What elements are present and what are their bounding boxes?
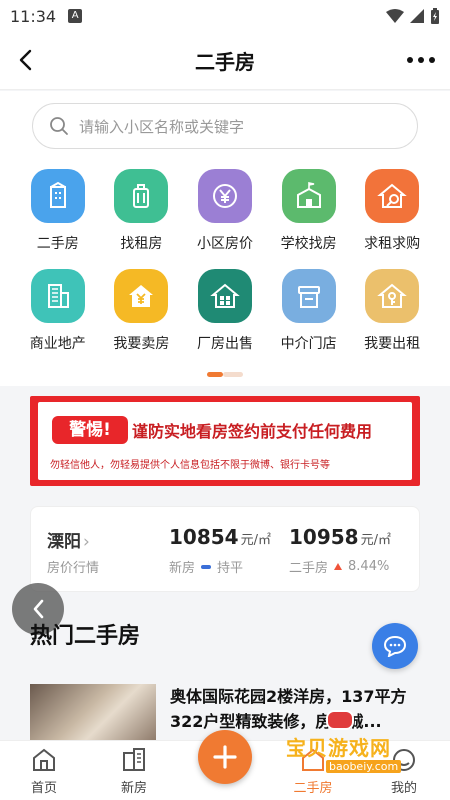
category-label: 中介门店 — [280, 336, 337, 352]
page-dot — [223, 372, 243, 377]
used-price-unit: 元/㎡ — [360, 533, 391, 548]
building-icon — [30, 169, 85, 223]
category-label: 厂房出售 — [196, 336, 253, 352]
page-indicator — [207, 372, 243, 377]
school-icon — [281, 169, 336, 223]
search-icon — [50, 117, 68, 135]
watermark-text: 宝贝游戏网 — [286, 736, 391, 760]
warning-badge: 警惕! — [52, 416, 128, 444]
category-label: 学校找房 — [280, 236, 337, 252]
city-subtitle: 房价行情 — [47, 561, 100, 576]
category-wanted[interactable]: 求租求购 — [350, 169, 434, 253]
signal-icon — [410, 9, 424, 23]
chevron-right-icon: › — [83, 532, 90, 552]
category-school[interactable]: 学校找房 — [267, 169, 351, 253]
top-nav-bar: 二手房 — [0, 32, 450, 90]
category-sell[interactable]: 我要卖房 — [100, 269, 184, 353]
category-factory[interactable]: 厂房出售 — [183, 269, 267, 353]
warning-subtext: 勿轻信他人，勿轻易提供个人信息包括不限于微博、银行卡号等 — [50, 460, 330, 471]
gamepad-icon — [326, 710, 354, 730]
category-agency[interactable]: 中介门店 — [267, 269, 351, 353]
house-key-icon — [365, 269, 420, 323]
more-button[interactable] — [406, 48, 436, 72]
page-dot-active — [207, 372, 223, 377]
shop-icon — [281, 269, 336, 323]
category-community-price[interactable]: 小区房价 — [183, 169, 267, 253]
luggage-icon — [114, 169, 169, 223]
house-yen-icon — [114, 269, 169, 323]
tab-home[interactable]: 首页 — [14, 747, 74, 796]
category-panel: 请输入小区名称或关键字 二手房 找租房 小区房价 学校找房 求租求购 商业地产 … — [0, 91, 450, 386]
office-tower-icon — [30, 269, 85, 323]
used-price-trend: 8.44% — [348, 559, 390, 574]
wifi-icon — [386, 9, 404, 23]
chevron-left-icon — [33, 599, 44, 619]
category-label: 我要出租 — [364, 336, 421, 352]
more-dots-icon — [407, 57, 435, 63]
category-label: 找租房 — [120, 236, 163, 252]
home-icon — [33, 748, 55, 771]
flat-trend-icon — [201, 564, 212, 569]
category-lease-out[interactable]: 我要出租 — [350, 269, 434, 353]
city-name: 溧阳 — [47, 532, 81, 552]
city-selector[interactable]: 溧阳 › — [47, 527, 90, 552]
add-listing-button[interactable] — [198, 730, 252, 784]
warning-headline: 谨防实地看房签约前支付任何费用 — [132, 422, 373, 441]
new-price-unit: 元/㎡ — [240, 533, 271, 548]
category-label: 商业地产 — [29, 336, 86, 352]
notification-icon: A — [68, 9, 83, 23]
tab-label: 新房 — [120, 781, 147, 796]
category-row-2: 商业地产 我要卖房 厂房出售 中介门店 我要出租 — [16, 269, 434, 353]
status-time: 11:34 — [10, 6, 57, 26]
watermark-logo: 宝贝游戏网 baobeiy.com — [286, 710, 426, 780]
trend-up-icon — [334, 563, 343, 570]
back-button[interactable] — [10, 45, 40, 75]
listing-thumbnail — [30, 684, 156, 744]
new-house-icon — [123, 748, 145, 771]
used-price-label: 二手房 — [289, 561, 329, 576]
section-title: 热门二手房 — [30, 624, 141, 649]
watermark-url: baobeiy.com — [326, 760, 402, 773]
tab-new-house[interactable]: 新房 — [104, 747, 164, 796]
category-label: 我要卖房 — [113, 336, 170, 352]
warning-banner[interactable]: 警惕! 谨防实地看房签约前支付任何费用 勿轻信他人，勿轻易提供个人信息包括不限于… — [30, 396, 420, 486]
category-rent[interactable]: 找租房 — [100, 169, 184, 253]
house-search-icon — [365, 169, 420, 223]
page-title: 二手房 — [195, 50, 255, 74]
category-label: 二手房 — [36, 236, 79, 252]
category-label: 小区房价 — [196, 236, 253, 252]
used-house-price: 10958 元/㎡ 二手房 8.44% — [289, 525, 391, 576]
yen-coin-icon — [197, 169, 252, 223]
search-input[interactable]: 请输入小区名称或关键字 — [32, 103, 418, 149]
category-label: 求租求购 — [364, 236, 421, 252]
plus-icon — [213, 745, 237, 769]
new-price-value: 10854 — [169, 525, 239, 549]
price-trend-card[interactable]: 溧阳 › 房价行情 10854 元/㎡ 新房 持平 10958 元/㎡ 二手房 8.44% — [30, 506, 420, 592]
new-price-trend: 持平 — [217, 561, 244, 576]
used-price-value: 10958 — [289, 525, 359, 549]
new-price-label: 新房 — [169, 561, 196, 576]
new-house-price: 10854 元/㎡ 新房 持平 — [169, 525, 271, 576]
chevron-left-icon — [19, 49, 32, 71]
status-bar: 11:34 A — [0, 0, 450, 32]
category-used-house[interactable]: 二手房 — [16, 169, 100, 253]
battery-icon — [431, 8, 439, 24]
category-commercial[interactable]: 商业地产 — [16, 269, 100, 353]
status-indicators — [386, 8, 440, 24]
chat-button[interactable] — [372, 623, 418, 669]
tab-label: 首页 — [30, 781, 57, 796]
chat-bubble-icon — [383, 635, 407, 657]
search-placeholder: 请输入小区名称或关键字 — [79, 117, 245, 136]
category-row-1: 二手房 找租房 小区房价 学校找房 求租求购 — [16, 169, 434, 253]
factory-icon — [197, 269, 252, 323]
